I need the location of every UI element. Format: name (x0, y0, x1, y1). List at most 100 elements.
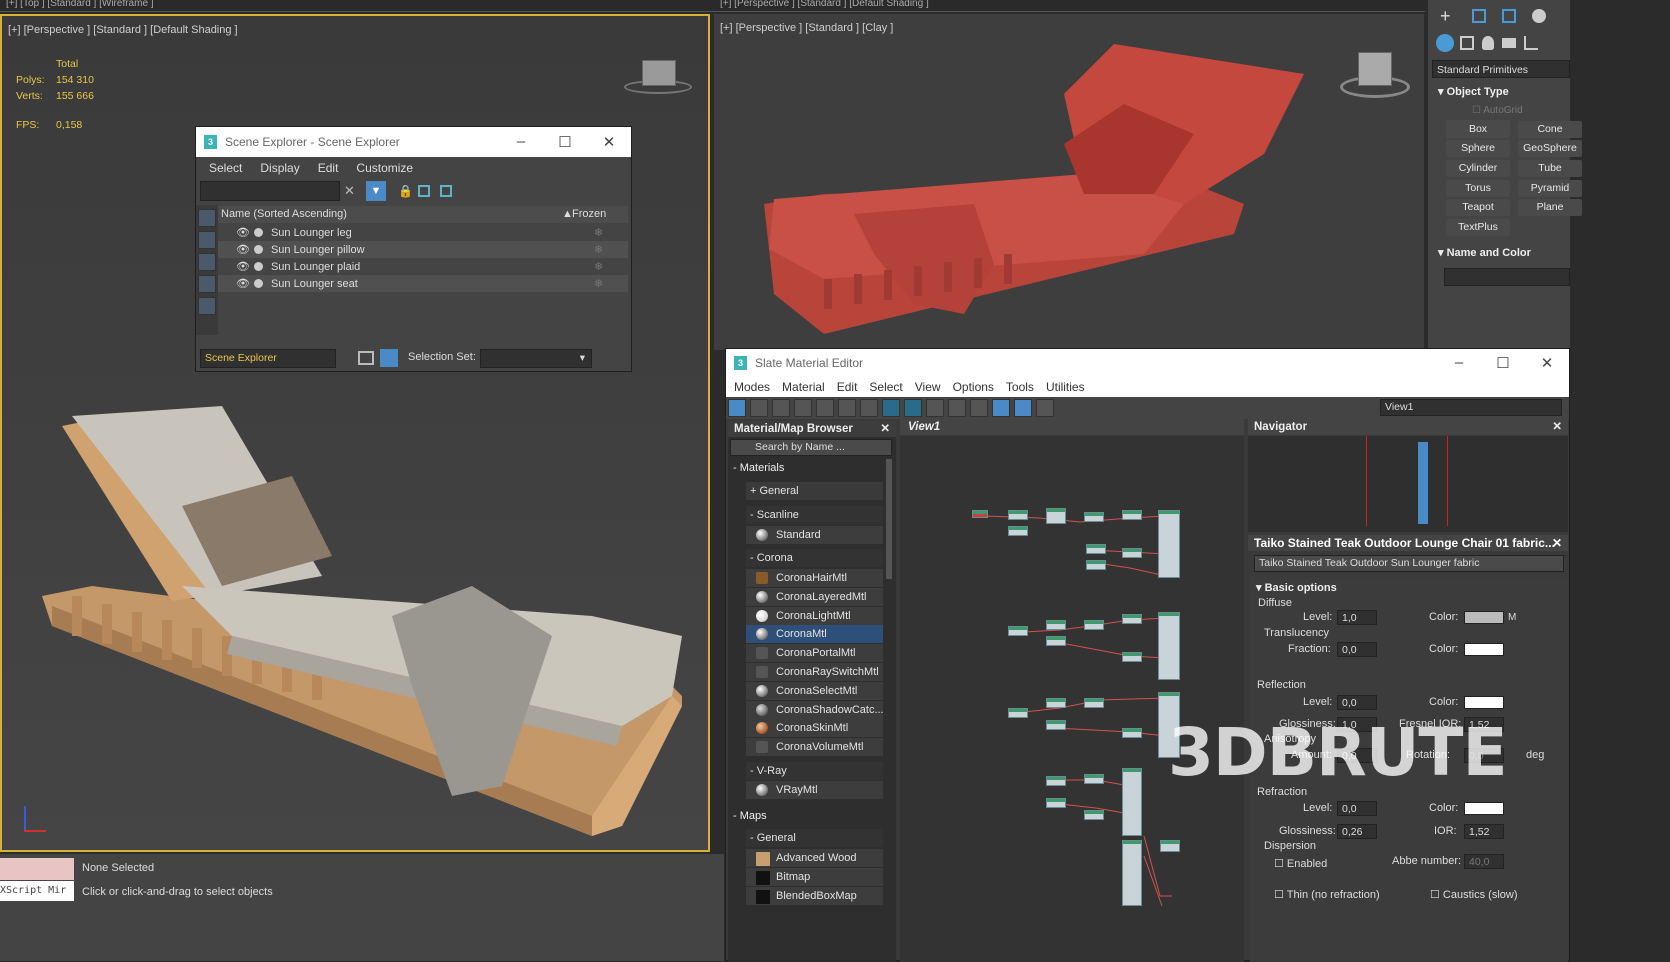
thin-refraction-checkbox[interactable]: ☐ Thin (no refraction) (1274, 888, 1380, 901)
material-item[interactable]: CoronaRaySwitchMtl (746, 663, 883, 681)
plane-button[interactable]: Plane (1518, 199, 1582, 216)
teapot-button[interactable]: Teapot (1446, 199, 1510, 216)
viewport-perspective-clay[interactable]: [+] [Perspective ] [Standard ] [Clay ] (714, 14, 1424, 350)
helper-filter-icon[interactable] (198, 297, 216, 315)
hide-unused-icon[interactable] (860, 399, 878, 417)
node-block[interactable] (1046, 776, 1066, 786)
selection-set-dropdown[interactable]: ▾ (480, 349, 592, 368)
geometry-icon[interactable] (1436, 34, 1454, 52)
material-item[interactable]: CoronaShadowCatc... (746, 701, 884, 719)
node-block[interactable] (1086, 560, 1106, 570)
tube-button[interactable]: Tube (1518, 160, 1582, 177)
toggle-browser-icon[interactable] (992, 399, 1010, 417)
material-item[interactable]: CoronaHairMtl (746, 569, 883, 587)
reflection-color-swatch[interactable] (1464, 696, 1504, 709)
maxscript-input[interactable]: XScript Mir (0, 881, 74, 901)
minimize-icon[interactable]: – (499, 133, 543, 151)
node-block[interactable] (1008, 510, 1028, 520)
camera-filter-icon[interactable] (198, 275, 216, 293)
delete-icon[interactable] (816, 399, 834, 417)
close-icon[interactable]: ✕ (1525, 354, 1569, 372)
browser-group-corona[interactable]: - Corona (746, 549, 883, 567)
map-item[interactable]: BlendedBoxMap (746, 887, 883, 905)
scene-row[interactable]: 👁 Sun Lounger leg ❄ (218, 224, 628, 241)
viewcube[interactable] (624, 60, 692, 96)
cone-button[interactable]: Cone (1518, 121, 1582, 138)
motion-tab-icon[interactable] (1532, 9, 1546, 23)
layers-icon[interactable] (358, 351, 374, 365)
refraction-level-spinner[interactable]: 0,0 (1337, 801, 1377, 816)
textplus-button[interactable]: TextPlus (1446, 219, 1510, 236)
node-block[interactable] (1084, 810, 1104, 820)
visibility-eye-icon[interactable]: 👁 (236, 277, 250, 290)
geometry-filter-icon[interactable] (198, 209, 216, 227)
layout-all-icon[interactable] (948, 399, 966, 417)
node-block[interactable] (1122, 840, 1142, 906)
scene-row[interactable]: 👁 Sun Lounger plaid ❄ (218, 258, 628, 275)
abbe-number-spinner[interactable]: 40,0 (1464, 854, 1504, 869)
scene-search-input[interactable] (200, 181, 340, 201)
viewport-label[interactable]: [+] [Perspective ] [Standard ] [Default … (8, 24, 238, 36)
top-viewport-label[interactable]: [+] [Top ] [Standard ] [Wireframe ] (6, 0, 154, 9)
shape-filter-icon[interactable] (198, 231, 216, 249)
node-block[interactable] (1158, 510, 1180, 578)
params-close-icon[interactable]: ✕ (1552, 535, 1562, 551)
menu-utilities[interactable]: Utilities (1040, 380, 1091, 394)
node-block[interactable] (1122, 768, 1142, 836)
frozen-snowflake-icon[interactable]: ❄ (594, 260, 603, 273)
maximize-icon[interactable]: ☐ (1481, 354, 1525, 372)
assign-material-icon[interactable] (794, 399, 812, 417)
node-block[interactable] (1158, 612, 1180, 680)
frozen-snowflake-icon[interactable]: ❄ (594, 277, 603, 290)
view-dropdown[interactable]: View1 (1380, 399, 1562, 416)
render-dot-icon[interactable] (253, 279, 263, 288)
slate-titlebar[interactable]: 3 Slate Material Editor – ☐ ✕ (726, 349, 1569, 377)
col-name-header[interactable]: Name (Sorted Ascending) (221, 206, 347, 223)
filter-icon[interactable]: ▼ (366, 181, 386, 201)
scene-row[interactable]: 👁 Sun Lounger pillow ❄ (218, 241, 628, 258)
name-color-rollout[interactable]: ▾ Name and Color (1438, 246, 1531, 259)
node-block[interactable] (1122, 652, 1142, 662)
navigator-close-icon[interactable]: ✕ (1552, 419, 1562, 435)
caustics-checkbox[interactable]: ☐ Caustics (slow) (1430, 888, 1518, 901)
menu-options[interactable]: Options (947, 380, 1000, 394)
menu-tools[interactable]: Tools (1000, 380, 1040, 394)
node-block[interactable] (1084, 512, 1104, 522)
helpers-icon[interactable] (1524, 36, 1538, 50)
sphere-button[interactable]: Sphere (1446, 140, 1510, 157)
menu-select[interactable]: Select (200, 161, 251, 175)
node-block[interactable] (1084, 774, 1104, 784)
material-item[interactable]: CoronaSkinMtl (746, 719, 883, 737)
node-view-tab[interactable]: View1 (900, 419, 1244, 435)
box-button-2[interactable]: Box (1446, 121, 1510, 138)
close-icon[interactable]: ✕ (587, 133, 631, 151)
node-block[interactable] (1008, 708, 1028, 718)
node-block[interactable] (1122, 614, 1142, 624)
geosphere-button[interactable]: GeoSphere (1518, 140, 1582, 157)
maximize-icon[interactable]: ☐ (543, 133, 587, 151)
material-vraymtl[interactable]: VRayMtl (746, 781, 883, 799)
node-block[interactable] (1160, 840, 1180, 852)
node-block[interactable] (1008, 526, 1028, 536)
navigator-viewport-frame[interactable] (1366, 436, 1448, 526)
material-item-selected[interactable]: CoronaMtl (746, 625, 883, 643)
hierarchy-icon[interactable] (418, 185, 430, 197)
node-block[interactable] (1046, 698, 1066, 708)
top-right-viewport-label[interactable]: [+] [Perspective ] [Standard ] [Default … (720, 0, 929, 9)
reflection-level-spinner[interactable]: 0,0 (1337, 695, 1377, 710)
autogrid-checkbox[interactable]: ☐ AutoGrid (1472, 105, 1523, 116)
node-graph-canvas[interactable] (900, 436, 1244, 962)
browser-group-scanline[interactable]: - Scanline (746, 506, 883, 524)
pick-material-icon[interactable] (750, 399, 768, 417)
torus-button[interactable]: Torus (1446, 180, 1510, 197)
node-block[interactable] (1046, 798, 1066, 808)
light-filter-icon[interactable] (198, 253, 216, 271)
explorer-name-dropdown[interactable]: Scene Explorer (200, 349, 336, 368)
menu-modes[interactable]: Modes (728, 380, 776, 394)
scene-row[interactable]: 👁 Sun Lounger seat ❄ (218, 275, 628, 292)
node-block[interactable] (1046, 720, 1066, 730)
visibility-eye-icon[interactable]: 👁 (236, 260, 250, 273)
put-to-scene-icon[interactable] (772, 399, 790, 417)
hierarchy2-icon[interactable] (440, 185, 452, 197)
toggle-params-icon[interactable] (1014, 399, 1032, 417)
